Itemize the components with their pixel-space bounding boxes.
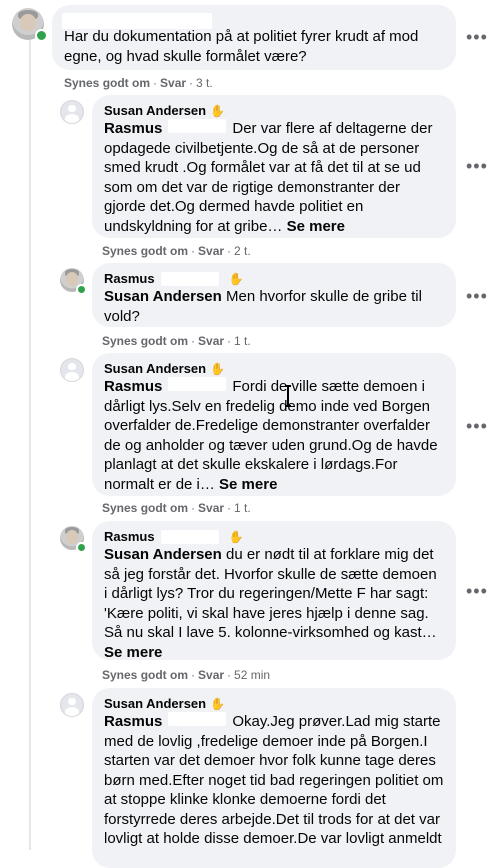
reply-button[interactable]: Svar <box>198 334 224 348</box>
redacted-name <box>168 712 227 726</box>
more-options-icon[interactable]: ••• <box>466 287 488 305</box>
comment-text: Har du dokumentation på at politiet fyre… <box>64 28 419 65</box>
reply-button[interactable]: Svar <box>198 668 224 682</box>
comment-actions: Synes godt om · Svar · 2 t. <box>102 244 251 258</box>
wave-hand-icon: ✋ <box>228 272 244 286</box>
wave-hand-icon: ✋ <box>210 697 226 711</box>
text-cursor-icon <box>285 385 291 407</box>
timestamp[interactable]: 1 t. <box>234 501 251 515</box>
comment-bubble: Susan Andersen ✋ Rasmus Okay.Jeg prøver.La… <box>92 688 456 868</box>
author-name[interactable]: Rasmus <box>104 271 155 287</box>
like-button[interactable]: Synes godt om <box>102 501 188 515</box>
thread-connector <box>29 40 31 850</box>
wave-hand-icon: ✋ <box>228 530 244 544</box>
redacted-name <box>160 272 219 286</box>
timestamp[interactable]: 2 t. <box>234 244 251 258</box>
tagged-user[interactable]: Susan Andersen <box>104 546 222 563</box>
more-options-icon[interactable]: ••• <box>466 157 488 175</box>
comment-bubble: Rasmus ✋ Susan Andersen Men hvorfor skull… <box>92 263 456 327</box>
see-more-link[interactable]: Se mere <box>104 644 162 661</box>
comment-bubble: Susan Andersen ✋ Rasmus Fordi de ville sæt… <box>92 353 456 496</box>
like-button[interactable]: Synes godt om <box>102 244 188 258</box>
comment-text: Okay.Jeg prøver.Lad mig starte med de lo… <box>104 713 444 847</box>
see-more-link[interactable]: Se mere <box>287 218 345 235</box>
comment-actions: Synes godt om · Svar · 1 t. <box>102 501 251 515</box>
more-options-icon[interactable]: ••• <box>466 582 488 600</box>
more-options-icon[interactable]: ••• <box>466 417 488 435</box>
comment-bubble: Har du dokumentation på at politiet fyre… <box>52 5 456 70</box>
author-name[interactable]: Susan Andersen <box>104 696 206 712</box>
comment-actions: Synes godt om · Svar · 1 t. <box>102 334 251 348</box>
online-status-icon <box>35 29 48 42</box>
author-name[interactable]: Susan Andersen <box>104 361 206 377</box>
redacted-name <box>168 377 227 391</box>
online-status-icon <box>76 284 87 295</box>
comment-text: Der var flere af deltagerne der opdagede… <box>104 120 433 235</box>
commenter-avatar[interactable] <box>60 693 84 717</box>
online-status-icon <box>76 542 87 553</box>
author-name[interactable]: Rasmus <box>104 529 155 545</box>
like-button[interactable]: Synes godt om <box>64 76 150 90</box>
like-button[interactable]: Synes godt om <box>102 668 188 682</box>
reply-button[interactable]: Svar <box>198 244 224 258</box>
commenter-avatar[interactable] <box>60 358 84 382</box>
timestamp[interactable]: 52 min <box>234 668 270 682</box>
redacted-author-name <box>62 13 212 29</box>
comment-actions: Synes godt om · Svar · 52 min <box>102 668 271 682</box>
redacted-name <box>168 119 227 133</box>
comment-bubble: Susan Andersen ✋ Rasmus Der var flere af d… <box>92 95 456 238</box>
like-button[interactable]: Synes godt om <box>102 334 188 348</box>
comment-bubble: Rasmus ✋ Susan Andersen du er nødt til at… <box>92 521 456 661</box>
wave-hand-icon: ✋ <box>210 362 226 376</box>
reply-button[interactable]: Svar <box>160 76 186 90</box>
wave-hand-icon: ✋ <box>210 104 226 118</box>
reply-button[interactable]: Svar <box>198 501 224 515</box>
redacted-name <box>160 530 219 544</box>
timestamp[interactable]: 3 t. <box>196 76 213 90</box>
tagged-user[interactable]: Rasmus <box>104 120 162 137</box>
timestamp[interactable]: 1 t. <box>234 334 251 348</box>
more-options-icon[interactable]: ••• <box>466 28 488 46</box>
author-name[interactable]: Susan Andersen <box>104 103 206 119</box>
comment-actions: Synes godt om · Svar · 3 t. <box>64 76 213 90</box>
tagged-user[interactable]: Susan Andersen <box>104 288 222 305</box>
tagged-user[interactable]: Rasmus <box>104 378 162 395</box>
commenter-avatar[interactable] <box>60 100 84 124</box>
see-more-link[interactable]: Se mere <box>219 476 277 493</box>
tagged-user[interactable]: Rasmus <box>104 713 162 730</box>
